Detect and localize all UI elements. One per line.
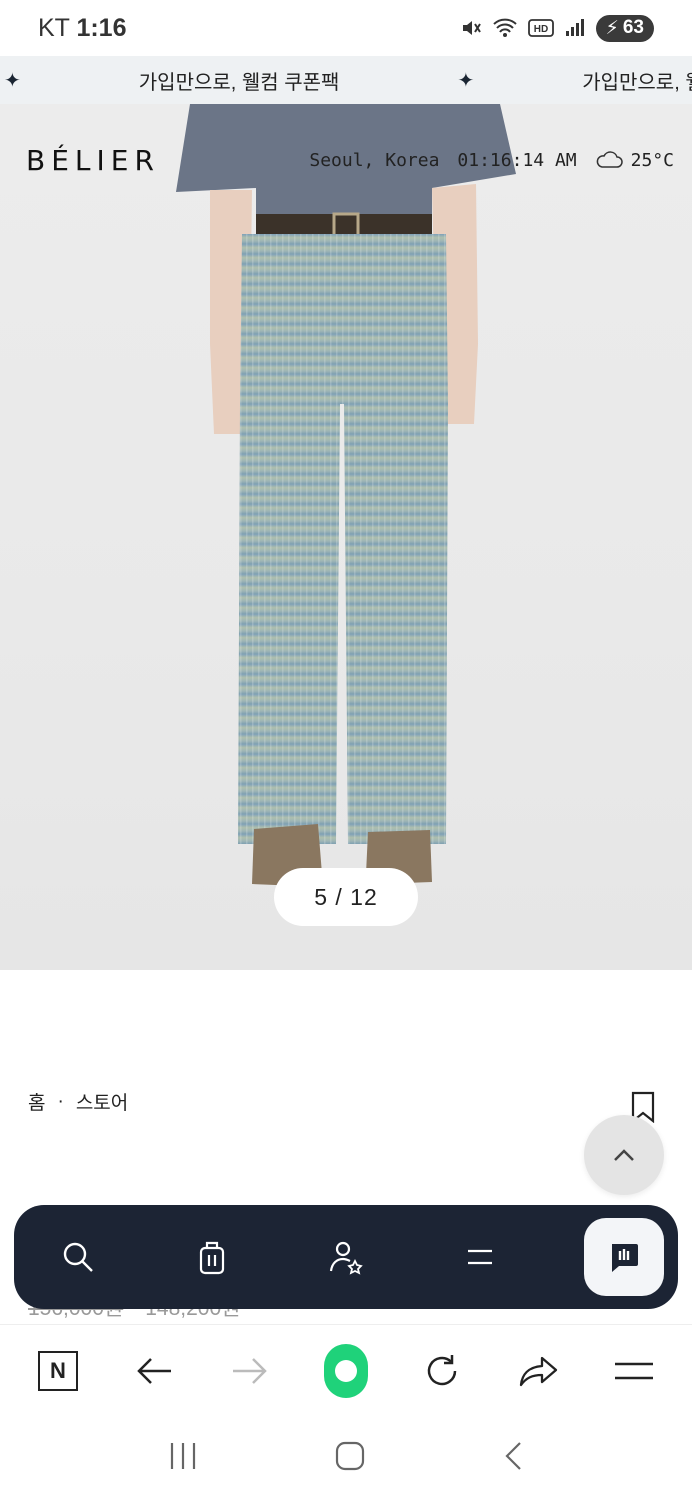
promo-item: ✦ 가입만으로, 웰컴 쿠폰팩 [0, 66, 477, 95]
search-icon [63, 1242, 93, 1272]
arrow-left-icon [137, 1357, 171, 1384]
naver-home-button[interactable]: N [36, 1349, 80, 1393]
n-icon: N [38, 1350, 78, 1391]
chat-icon [612, 1244, 638, 1272]
promo-item: ✦ 가입만으로, 웰컴 쿠폰팩 [457, 66, 692, 95]
hamburger-icon [615, 1362, 653, 1379]
refresh-icon [427, 1354, 457, 1385]
recent-apps-button[interactable] [168, 1441, 198, 1476]
svg-text:HD: HD [533, 24, 547, 35]
menu-icon [468, 1249, 492, 1265]
home-icon [335, 1441, 365, 1470]
battery-level: 63 [622, 17, 644, 38]
chevron-left-icon [505, 1441, 521, 1470]
sparkle-icon: ✦ [457, 69, 475, 92]
recent-apps-icon [170, 1442, 196, 1469]
carrier: KT [38, 13, 70, 42]
mute-icon [462, 21, 481, 35]
breadcrumb-store[interactable]: 스토어 [76, 1088, 128, 1115]
share-icon [519, 1356, 558, 1386]
status-bar: KT 1:16 HD ⚡ 63 [0, 0, 692, 56]
signal-icon [565, 19, 584, 36]
product-photo [176, 104, 516, 886]
breadcrumb-home[interactable]: 홈 [28, 1088, 45, 1115]
system-back-button[interactable] [502, 1440, 524, 1477]
page: KT 1:16 HD ⚡ 63 ✦ 가입만으로, 웰컴 쿠폰팩 ✦ 가입만으로,… [0, 0, 692, 1500]
floating-nav [14, 1205, 678, 1309]
location-text: Seoul, Korea [309, 149, 440, 171]
my-page-button[interactable] [312, 1223, 380, 1291]
clock-text: 01:16:14 AM [457, 149, 577, 171]
home-button[interactable] [334, 1440, 366, 1477]
chevron-up-icon [614, 1149, 634, 1161]
charging-icon: ⚡ [605, 17, 619, 39]
back-button[interactable] [132, 1349, 176, 1393]
hd-icon: HD [527, 19, 554, 37]
arrow-right-icon [233, 1357, 267, 1384]
sparkle-icon: ✦ [4, 69, 21, 92]
search-button[interactable] [44, 1223, 112, 1291]
status-icons: HD ⚡ 63 [460, 14, 654, 42]
product-image[interactable] [0, 104, 692, 970]
weather: 25°C [595, 150, 674, 171]
header-meta: Seoul, Korea 01:16:14 AM 25°C [309, 150, 674, 171]
green-dot-icon [324, 1343, 368, 1398]
status-left: KT 1:16 [38, 14, 127, 43]
chat-button[interactable] [584, 1218, 664, 1296]
browser-menu-button[interactable] [612, 1349, 656, 1393]
green-dot-button[interactable] [324, 1343, 368, 1398]
wifi-icon [492, 18, 517, 37]
scroll-top-button[interactable] [584, 1115, 664, 1195]
site-header: BÉLIER Seoul, Korea 01:16:14 AM 25°C [26, 140, 674, 180]
browser-toolbar: N [0, 1324, 692, 1416]
promo-banner[interactable]: ✦ 가입만으로, 웰컴 쿠폰팩 ✦ 가입만으로, 웰컴 쿠폰팩 [0, 56, 692, 104]
status-time: 1:16 [76, 13, 127, 42]
cloud-icon [596, 151, 623, 168]
forward-button[interactable] [228, 1349, 272, 1393]
refresh-button[interactable] [420, 1349, 464, 1393]
cart-button[interactable] [178, 1223, 246, 1291]
system-nav-bar [0, 1416, 692, 1500]
share-button[interactable] [516, 1349, 560, 1393]
shopping-bag-icon [199, 1241, 225, 1275]
battery-indicator: ⚡ 63 [595, 14, 654, 42]
breadcrumb: 홈 · 스토어 [28, 1088, 128, 1115]
breadcrumb-separator: · [57, 1090, 64, 1112]
promo-text: 가입만으로, 웰컴 쿠폰팩 [138, 71, 340, 94]
slide-counter: 5 / 12 [274, 868, 418, 926]
menu-button[interactable] [446, 1223, 514, 1291]
promo-text: 가입만으로, 웰컴 쿠폰팩 [582, 71, 692, 94]
temperature-text: 25°C [630, 149, 674, 171]
user-star-icon [329, 1241, 363, 1275]
brand-logo[interactable]: BÉLIER [26, 144, 160, 177]
